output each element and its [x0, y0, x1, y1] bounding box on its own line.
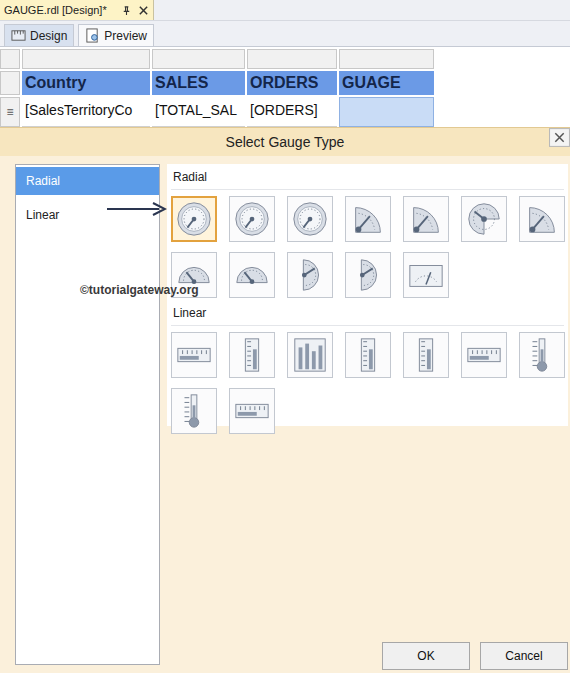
select-gauge-dialog: Select Gauge Type Radial Linear Radial Li… [0, 127, 570, 673]
radial-gauge-icon [233, 200, 271, 238]
horizontal-gauge-icon [465, 336, 503, 374]
three-quarter-gauge-icon [465, 200, 503, 238]
column-handle[interactable] [339, 49, 434, 69]
header-cell[interactable]: Country [22, 71, 150, 95]
category-item[interactable]: Linear [16, 201, 159, 229]
quarter-gauge-icon [523, 200, 561, 238]
half-vertical-gauge-icon [291, 256, 329, 294]
designer-window: GAUGE.rdl [Design]* Design Preview Count… [0, 0, 570, 673]
document-title: GAUGE.rdl [Design]* [4, 4, 107, 16]
gauge-tile[interactable] [287, 252, 333, 298]
tablix: CountrySALESORDERSGUAGE ≡ [SalesTerritor… [0, 49, 434, 127]
vertical-gauge-icon [407, 336, 445, 374]
view-tab[interactable]: Design [4, 24, 74, 46]
report-body: CountrySALESORDERSGUAGE ≡ [SalesTerritor… [0, 47, 570, 127]
gauge-tile[interactable] [229, 196, 275, 242]
radial-gauge-icon [291, 200, 329, 238]
view-tab-bar: Design Preview [0, 21, 570, 47]
gauge-tile[interactable] [403, 252, 449, 298]
vertical-gauge-icon [233, 336, 271, 374]
close-icon[interactable] [138, 5, 149, 16]
quarter-gauge-icon [349, 200, 387, 238]
gauge-tile[interactable] [229, 388, 275, 434]
close-icon[interactable] [549, 128, 570, 147]
gauge-tile[interactable] [461, 332, 507, 378]
gauge-tile[interactable] [403, 196, 449, 242]
gauge-tile[interactable] [345, 252, 391, 298]
gauge-tile[interactable] [171, 388, 217, 434]
dialog-button[interactable]: OK [382, 642, 470, 670]
gauge-tile[interactable] [519, 332, 565, 378]
gauge-group [171, 194, 570, 304]
view-tab[interactable]: Preview [78, 24, 154, 46]
gauge-tile[interactable] [461, 196, 507, 242]
category-list: Radial Linear [15, 164, 160, 665]
dialog-title: Select Gauge Type [226, 134, 345, 150]
multi-bar-gauge-icon [291, 336, 329, 374]
preview-icon [85, 28, 100, 43]
header-cell[interactable]: SALES [152, 71, 245, 95]
header-cell[interactable]: GUAGE [339, 71, 434, 95]
gauge-tile[interactable] [287, 332, 333, 378]
data-cell[interactable]: [TOTAL_SAL [152, 97, 245, 127]
gauge-tile[interactable] [229, 252, 275, 298]
radial-gauge-icon [175, 200, 213, 238]
vertical-gauge-icon [349, 336, 387, 374]
meter-gauge-icon [407, 256, 445, 294]
half-vertical-gauge-icon [349, 256, 387, 294]
thermometer-gauge-icon [175, 392, 213, 430]
gauge-tile[interactable] [345, 332, 391, 378]
dialog-button[interactable]: Cancel [480, 642, 568, 670]
gauge-tile[interactable] [519, 196, 565, 242]
watermark: ©tutorialgateway.org [80, 283, 199, 297]
gauge-tile[interactable] [171, 196, 217, 242]
horizontal-gauge-icon [233, 392, 271, 430]
corner-handle[interactable] [0, 49, 20, 69]
column-handle[interactable] [247, 49, 337, 69]
row-handle[interactable]: ≡ [0, 97, 20, 127]
quarter-gauge-icon [407, 200, 445, 238]
header-cell[interactable]: ORDERS [247, 71, 337, 95]
pin-icon[interactable] [121, 5, 132, 16]
view-tab-label: Preview [104, 29, 147, 43]
document-tab-strip: GAUGE.rdl [Design]* [0, 0, 570, 21]
column-handle[interactable] [22, 49, 150, 69]
thermometer-gauge-icon [523, 336, 561, 374]
gauge-group [171, 330, 570, 440]
gauge-gallery: Radial Linear [167, 164, 568, 426]
data-cell[interactable] [339, 97, 434, 127]
group-label: Linear [171, 304, 564, 326]
dialog-title-bar: Select Gauge Type [0, 128, 570, 156]
ruler-icon [11, 28, 26, 43]
horizontal-gauge-icon [175, 336, 213, 374]
gauge-tile[interactable] [171, 332, 217, 378]
data-cell[interactable]: [ORDERS] [247, 97, 337, 127]
half-gauge-icon [233, 256, 271, 294]
gallery-column: Radial Linear OK Cancel [167, 164, 568, 671]
gauge-tile[interactable] [345, 196, 391, 242]
column-handle[interactable] [152, 49, 245, 69]
category-item[interactable]: Radial [16, 167, 159, 195]
view-tab-label: Design [30, 29, 67, 43]
gauge-tile[interactable] [287, 196, 333, 242]
gauge-tile[interactable] [403, 332, 449, 378]
row-handle[interactable] [0, 71, 20, 95]
gauge-tile[interactable] [229, 332, 275, 378]
data-cell[interactable]: [SalesTerritoryCo [22, 97, 150, 127]
dialog-body: Radial Linear Radial Linear OK Cancel [0, 156, 570, 673]
group-label: Radial [171, 168, 564, 190]
button-row: OK Cancel [167, 642, 568, 671]
arrow-icon [105, 202, 167, 216]
document-tab[interactable]: GAUGE.rdl [Design]* [0, 0, 154, 20]
